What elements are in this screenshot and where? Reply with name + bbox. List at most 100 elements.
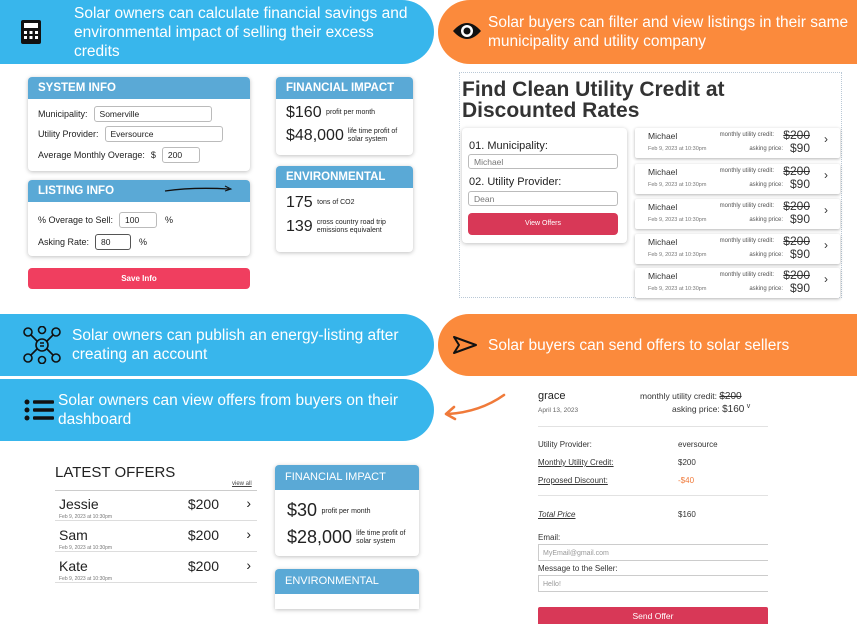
- listing-price: $90: [789, 281, 810, 295]
- listing-item[interactable]: Michael Feb 9, 2023 at 10:30pm monthly u…: [635, 128, 840, 158]
- banner-send: Solar buyers can send offers to solar se…: [438, 314, 857, 376]
- environmental-impact-title: ENVIRONMENTAL IMPACT: [276, 166, 413, 205]
- rate-label: Asking Rate:: [38, 237, 90, 247]
- listing-item[interactable]: Michael Feb 9, 2023 at 10:30pm monthly u…: [635, 199, 840, 229]
- banner-view-offers: Solar owners can view offers from buyers…: [0, 379, 434, 441]
- listing-ask-label: asking price:: [749, 146, 783, 152]
- offer-date: Feb 9, 2023 at 10:30pm: [59, 545, 113, 551]
- rate-input[interactable]: 80: [95, 234, 132, 250]
- provider-filter-input[interactable]: Dean: [468, 191, 618, 206]
- lifetime-label: life time profit of solar system: [347, 128, 398, 143]
- find-title: Find Clean Utility Credit at Discounted …: [462, 78, 725, 122]
- co2-label: tons of CO2: [317, 198, 355, 206]
- trips-value: 139: [286, 218, 313, 235]
- listing-date: Feb 9, 2023 at 10:30pm: [648, 217, 707, 223]
- calculator-icon: [20, 19, 42, 50]
- listing-date: Feb 9, 2023 at 10:30pm: [648, 286, 707, 292]
- profit-value: $160: [286, 104, 322, 121]
- chevron-right-icon[interactable]: ›: [824, 168, 828, 182]
- offer-date: Feb 9, 2023 at 10:30pm: [59, 514, 113, 520]
- municipality-input[interactable]: Somerville: [93, 106, 212, 122]
- latest-offers-title: LATEST OFFERS: [55, 464, 176, 481]
- banner-publish-text: Solar owners can publish an energy-listi…: [72, 327, 399, 363]
- offer-amount: $200: [187, 527, 219, 543]
- listing-credit: $200: [783, 268, 810, 282]
- discount-label: Proposed Discount:: [538, 476, 608, 485]
- email-label: Email:: [538, 533, 561, 542]
- listing-info-card: LISTING INFO % Overage to Sell: 100 % As…: [28, 180, 250, 256]
- total-price-value: $160: [678, 510, 696, 519]
- banner-view-offers-text: Solar owners can view offers from buyers…: [58, 392, 399, 428]
- arrow-left-icon: [444, 393, 506, 421]
- municipality-label: Municipality:: [38, 109, 88, 119]
- provider-filter-label: 02. Utility Provider:: [469, 176, 562, 188]
- send-offer-button[interactable]: Send Offer: [538, 607, 768, 624]
- municipality-filter-input[interactable]: Michael: [468, 154, 618, 169]
- lifetime-value: $48,000: [286, 127, 344, 144]
- co2-value: 175: [286, 194, 313, 211]
- send-icon: [452, 335, 478, 360]
- pen-stroke: [164, 185, 233, 192]
- offer-row[interactable]: Jessie Feb 9, 2023 at 10:30pm $200 ›: [55, 494, 257, 521]
- monthly-credit-value: $200: [678, 458, 696, 467]
- listing-price: $90: [789, 247, 810, 261]
- municipality-filter-label: 01. Municipality:: [469, 140, 548, 152]
- listing-name: Michael: [648, 271, 678, 281]
- network-icon: [22, 325, 62, 369]
- profit-value-2: $30: [287, 500, 318, 520]
- financial-impact-title-2: FINANCIAL IMPACT: [275, 465, 419, 490]
- chevron-right-icon[interactable]: ›: [824, 272, 828, 286]
- listing-item[interactable]: Michael Feb 9, 2023 at 10:30pm monthly u…: [635, 164, 840, 194]
- sell-label: % Overage to Sell:: [38, 215, 114, 225]
- save-info-button[interactable]: Save Info: [28, 268, 250, 289]
- listing-price: $90: [789, 212, 810, 226]
- chevron-right-icon[interactable]: ›: [824, 203, 828, 217]
- chevron-right-icon[interactable]: ›: [246, 557, 251, 573]
- total-price-label: Total Price: [538, 510, 576, 519]
- overage-input[interactable]: 200: [161, 147, 200, 163]
- provider-detail-value: eversource: [678, 440, 718, 449]
- financial-impact-card: FINANCIAL IMPACT $160 profit per month $…: [276, 77, 413, 155]
- trips-label: cross country road trip emissions equiva…: [316, 219, 386, 234]
- banner-send-text: Solar buyers can send offers to solar se…: [488, 336, 790, 354]
- email-input[interactable]: MyEmail@gmail.com: [538, 544, 768, 561]
- view-offers-button[interactable]: View Offers: [468, 213, 618, 235]
- listing-ask-label: asking price:: [749, 217, 783, 223]
- offer-amount: $200: [187, 558, 219, 574]
- view-all-link[interactable]: view all: [232, 481, 252, 487]
- offer-row[interactable]: Sam Feb 9, 2023 at 10:30pm $200 ›: [55, 525, 257, 552]
- offer-detail-credit: $200: [719, 391, 742, 402]
- banner-calculate-text: Solar owners can calculate financial sav…: [74, 4, 408, 60]
- chevron-right-icon[interactable]: ›: [246, 526, 251, 542]
- listing-item[interactable]: Michael Feb 9, 2023 at 10:30pm monthly u…: [635, 234, 840, 264]
- offer-detail-name: grace: [538, 390, 566, 402]
- provider-label: Utility Provider:: [38, 129, 99, 139]
- chevron-down-icon[interactable]: v: [747, 403, 751, 410]
- list-icon: [24, 399, 54, 426]
- lifetime-label-2: life time profit of solar system: [356, 529, 406, 545]
- environmental-impact-title-2: ENVIRONMENTAL IMPACT: [275, 569, 419, 609]
- sell-unit: %: [165, 215, 174, 225]
- chevron-right-icon[interactable]: ›: [246, 495, 251, 511]
- listing-ask-label: asking price:: [749, 286, 783, 292]
- listing-date: Feb 9, 2023 at 10:30pm: [648, 252, 707, 258]
- provider-input[interactable]: Eversource: [104, 126, 223, 142]
- listing-item[interactable]: Michael Feb 9, 2023 at 10:30pm monthly u…: [635, 268, 840, 298]
- sell-input[interactable]: 100: [119, 212, 158, 228]
- system-info-title: SYSTEM INFO: [28, 77, 250, 99]
- chevron-right-icon[interactable]: ›: [824, 132, 828, 146]
- listing-date: Feb 9, 2023 at 10:30pm: [648, 182, 707, 188]
- message-input[interactable]: Hello!: [538, 575, 768, 592]
- banner-filter-text: Solar buyers can filter and view listing…: [488, 14, 849, 50]
- listing-credit-label: monthly utility credit:: [719, 168, 774, 174]
- offer-row[interactable]: Kate Feb 9, 2023 at 10:30pm $200 ›: [55, 556, 257, 583]
- filter-card: 01. Municipality: Michael 02. Utility Pr…: [462, 128, 627, 243]
- chevron-right-icon[interactable]: ›: [824, 238, 828, 252]
- monthly-credit-label: Monthly Utility Credit:: [538, 458, 614, 467]
- offer-name: Kate: [59, 558, 88, 574]
- listing-credit-label: monthly utility credit:: [719, 272, 774, 278]
- rate-unit: %: [139, 237, 148, 247]
- environmental-impact-card-2: ENVIRONMENTAL IMPACT: [275, 569, 419, 609]
- offer-amount: $200: [187, 496, 219, 512]
- overage-unit: $: [150, 150, 156, 160]
